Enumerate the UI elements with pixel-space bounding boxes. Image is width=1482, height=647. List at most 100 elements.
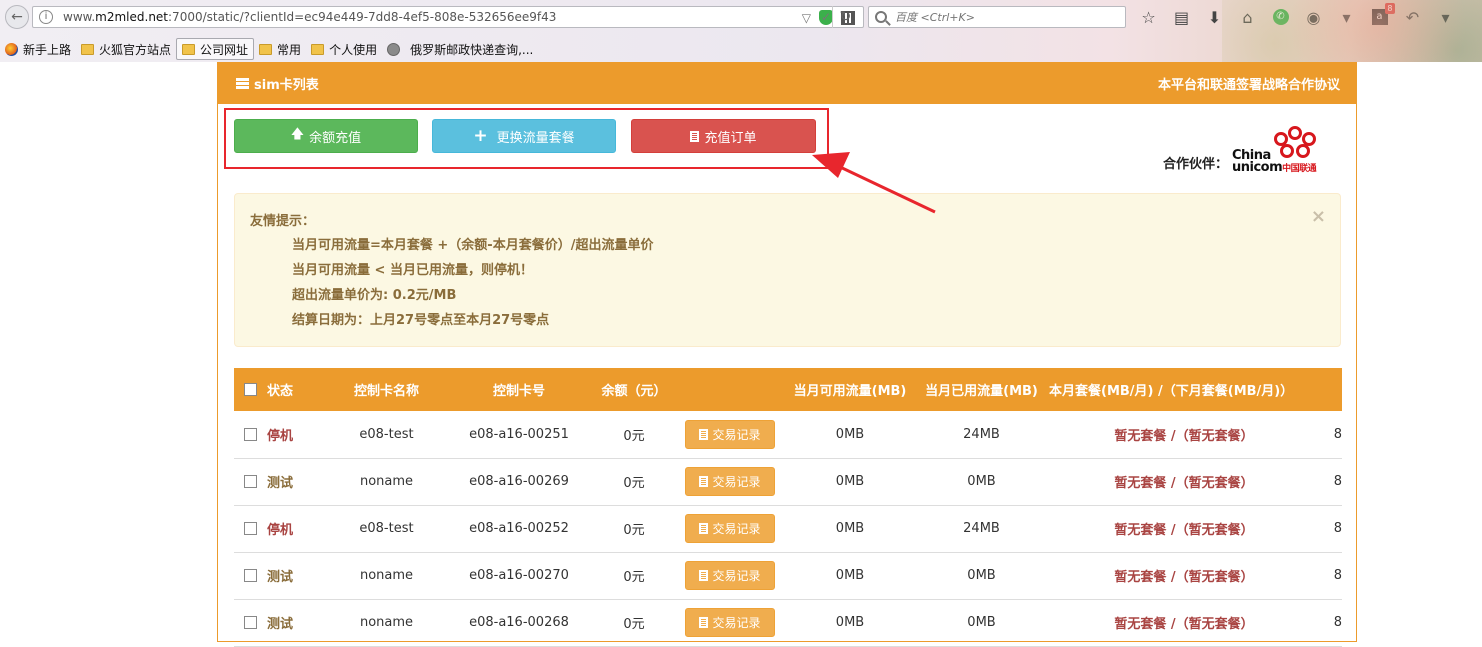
overflow-cell: 8 xyxy=(1319,552,1342,600)
globe-icon xyxy=(387,42,401,56)
status-cell: 停机 xyxy=(267,411,329,459)
china-unicom-logo: China unicom中国联通 xyxy=(1232,126,1328,178)
overflow-cell: 8 xyxy=(1319,505,1342,553)
select-all-checkbox[interactable] xyxy=(244,383,257,396)
used-cell: 0MB xyxy=(914,599,1049,647)
bookmark-item[interactable]: 火狐官方站点 xyxy=(76,38,176,60)
sim-card-panel: sim卡列表 本平台和联通签署战略合作协议 🡅 余额充值 + 更换流量套餐 充值… xyxy=(217,62,1357,647)
package-cell: 暂无套餐 /（暂无套餐） xyxy=(1049,411,1319,459)
bookmark-item[interactable]: 公司网址 xyxy=(176,38,255,60)
row-checkbox[interactable] xyxy=(244,569,257,582)
col-card-number: 控制卡号 xyxy=(444,368,594,411)
list-icon xyxy=(236,77,249,89)
action-cell: 交易记录 xyxy=(674,599,786,647)
col-package: 本月套餐(MB/月) /（下月套餐(MB/月)） xyxy=(1049,368,1319,411)
card-name-cell: e08-test xyxy=(329,505,444,553)
transaction-record-button[interactable]: 交易记录 xyxy=(685,467,775,496)
available-cell: 0MB xyxy=(786,411,914,459)
shield-icon[interactable]: ✓ xyxy=(819,10,833,25)
dropdown-arrow-icon[interactable]: ▽ xyxy=(802,11,811,25)
row-checkbox[interactable] xyxy=(244,475,257,488)
overflow-cell: 8 xyxy=(1319,411,1342,459)
wechat-icon[interactable]: ✆ xyxy=(1264,4,1297,30)
agreement-link[interactable]: 本平台和联通签署战略合作协议 xyxy=(1158,74,1340,93)
folder-icon xyxy=(311,43,325,55)
partner-label: 合作伙伴： xyxy=(1162,156,1228,172)
status-cell: 测试 xyxy=(267,552,329,600)
bookmarks-bar: 新手上路 火狐官方站点 公司网址 常用 个人使用 俄罗斯邮政快递查询,... xyxy=(0,38,538,60)
reload-icon[interactable]: ↻ xyxy=(832,6,858,28)
row-checkbox[interactable] xyxy=(244,616,257,629)
search-icon xyxy=(875,11,887,23)
search-input[interactable] xyxy=(895,10,1115,24)
document-icon xyxy=(699,617,709,628)
table-row: 停机 e08-test e08-a16-00252 0元 交易记录 0MB 24MB 暂无套餐… xyxy=(234,505,1342,553)
package-cell: 暂无套餐 /（暂无套餐） xyxy=(1049,458,1319,506)
notice-line: 超出流量单价为: 0.2元/MB xyxy=(292,288,457,303)
status-cell: 测试 xyxy=(267,599,329,647)
status-cell: 测试 xyxy=(267,458,329,506)
firefox-icon xyxy=(5,42,18,56)
address-bar[interactable]: i www.m2mled.net:7000/static/?clientId=e… xyxy=(32,6,864,28)
back-arrow-icon: ← xyxy=(11,9,23,25)
card-number-cell: e08-a16-00268 xyxy=(444,599,594,647)
bookmark-item[interactable]: 常用 xyxy=(254,38,306,60)
package-cell: 暂无套餐 /（暂无套餐） xyxy=(1049,552,1319,600)
used-cell: 24MB xyxy=(914,505,1049,553)
bookmark-item[interactable]: 新手上路 xyxy=(0,38,76,60)
document-icon xyxy=(699,476,709,487)
table-header-row: 状态 控制卡名称 控制卡号 余额（元） 当月可用流量(MB) 当月已用流量(MB… xyxy=(234,368,1342,411)
transaction-record-button[interactable]: 交易记录 xyxy=(685,608,775,637)
used-cell: 24MB xyxy=(914,411,1049,459)
notice-line: 当月可用流量 < 当月已用流量，则停机！ xyxy=(292,263,533,278)
col-actions xyxy=(674,368,786,411)
overflow-dropdown-icon[interactable]: ▾ xyxy=(1429,4,1462,30)
status-cell: 停机 xyxy=(267,505,329,553)
folder-icon xyxy=(81,43,95,55)
undo-icon[interactable]: ↶ xyxy=(1396,4,1429,30)
card-name-cell: noname xyxy=(329,552,444,600)
transaction-record-button[interactable]: 交易记录 xyxy=(685,514,775,543)
folder-icon xyxy=(259,43,273,55)
col-status: 状态 xyxy=(267,368,329,411)
browser-chrome: ← i www.m2mled.net:7000/static/?clientId… xyxy=(0,0,1482,62)
available-cell: 0MB xyxy=(786,505,914,553)
bookmark-item[interactable]: 个人使用 xyxy=(306,38,382,60)
transaction-record-button[interactable]: 交易记录 xyxy=(685,561,775,590)
balance-cell: 0元 xyxy=(594,505,674,553)
action-cell: 交易记录 xyxy=(674,411,786,459)
used-cell: 0MB xyxy=(914,458,1049,506)
col-balance: 余额（元） xyxy=(594,368,674,411)
notice-line: 当月可用流量=本月套餐 +（余额-本月套餐价）/超出流量单价 xyxy=(292,238,654,253)
action-cell: 交易记录 xyxy=(674,505,786,553)
star-icon[interactable]: ☆ xyxy=(1132,4,1165,30)
home-icon[interactable]: ⌂ xyxy=(1231,4,1264,30)
card-name-cell: noname xyxy=(329,599,444,647)
col-card-name: 控制卡名称 xyxy=(329,368,444,411)
card-number-cell: e08-a16-00270 xyxy=(444,552,594,600)
document-icon xyxy=(699,570,709,581)
search-bar[interactable] xyxy=(868,6,1126,28)
back-button[interactable]: ← xyxy=(5,5,29,29)
close-icon[interactable]: × xyxy=(1311,206,1326,227)
card-name-cell: e08-test xyxy=(329,411,444,459)
document-icon xyxy=(699,523,709,534)
mask-icon[interactable]: ◉ xyxy=(1297,4,1330,30)
adblock-icon[interactable]: a8 xyxy=(1363,3,1396,30)
reading-list-icon[interactable]: ▤ xyxy=(1165,4,1198,30)
notice-line: 结算日期为：上月27号零点至本月27号零点 xyxy=(292,313,550,328)
available-cell: 0MB xyxy=(786,458,914,506)
table-row: 测试 noname e08-a16-00269 0元 交易记录 0MB 0MB 暂无套餐 /（… xyxy=(234,458,1342,506)
download-icon[interactable]: ⬇ xyxy=(1198,4,1231,30)
row-checkbox[interactable] xyxy=(244,522,257,535)
col-available: 当月可用流量(MB) xyxy=(786,368,914,411)
transaction-record-button[interactable]: 交易记录 xyxy=(685,419,775,449)
document-icon xyxy=(699,428,709,440)
annotation-highlight-box xyxy=(224,108,829,169)
menu-dropdown-icon[interactable]: ▾ xyxy=(1330,4,1363,30)
row-checkbox[interactable] xyxy=(244,427,257,441)
site-info-icon[interactable]: i xyxy=(39,10,53,24)
package-cell: 暂无套餐 /（暂无套餐） xyxy=(1049,599,1319,647)
bookmark-item[interactable]: 俄罗斯邮政快递查询,... xyxy=(382,38,538,60)
card-number-cell: e08-a16-00251 xyxy=(444,411,594,459)
